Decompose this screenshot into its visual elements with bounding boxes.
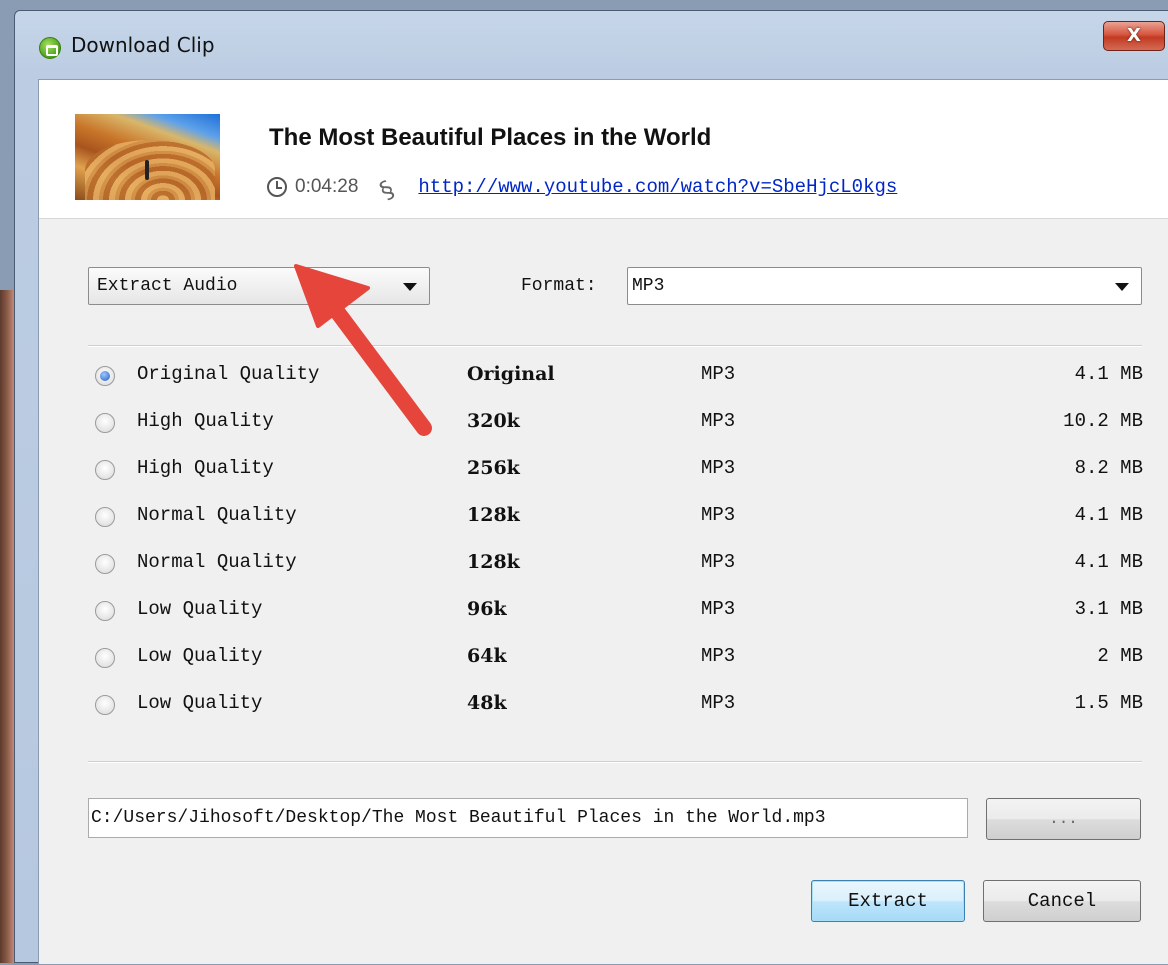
quality-bitrate: 48k [467, 692, 507, 714]
quality-option-row[interactable]: Normal Quality 128k MP3 4.1 MB [95, 499, 1143, 535]
quality-format: MP3 [701, 457, 736, 479]
quality-option-row[interactable]: Original Quality Original MP3 4.1 MB [95, 358, 1143, 394]
quality-bitrate: Original [467, 363, 555, 385]
quality-radio[interactable] [95, 601, 115, 621]
quality-label: Low Quality [137, 645, 263, 667]
extract-button[interactable]: Extract [811, 880, 965, 922]
quality-radio[interactable] [95, 695, 115, 715]
quality-label: Low Quality [137, 692, 263, 714]
quality-radio[interactable] [95, 554, 115, 574]
download-mode-value: Extract Audio [97, 276, 238, 296]
link-icon: § [375, 174, 400, 206]
quality-radio[interactable] [95, 648, 115, 668]
quality-format: MP3 [701, 598, 736, 620]
download-mode-select[interactable]: Extract Audio [88, 267, 430, 305]
quality-label: Normal Quality [137, 504, 297, 526]
quality-size: 3.1 MB [1074, 598, 1143, 620]
quality-size: 2 MB [1097, 645, 1143, 667]
quality-radio[interactable] [95, 507, 115, 527]
quality-size: 8.2 MB [1074, 457, 1143, 479]
quality-format: MP3 [701, 692, 736, 714]
quality-option-row[interactable]: High Quality 320k MP3 10.2 MB [95, 405, 1143, 441]
format-select[interactable]: MP3 [627, 267, 1142, 305]
quality-label: Normal Quality [137, 551, 297, 573]
output-path-field[interactable]: C:/Users/Jihosoft/Desktop/The Most Beaut… [88, 798, 968, 838]
divider [88, 761, 1142, 763]
quality-size: 4.1 MB [1074, 504, 1143, 526]
quality-label: High Quality [137, 410, 274, 432]
quality-size: 4.1 MB [1074, 363, 1143, 385]
quality-bitrate: 128k [467, 504, 520, 526]
dialog-body: The Most Beautiful Places in the World 0… [38, 79, 1168, 965]
quality-bitrate: 128k [467, 551, 520, 573]
quality-bitrate: 96k [467, 598, 507, 620]
quality-radio[interactable] [95, 413, 115, 433]
quality-format: MP3 [701, 551, 736, 573]
quality-option-row[interactable]: Low Quality 48k MP3 1.5 MB [95, 687, 1143, 723]
quality-size: 1.5 MB [1074, 692, 1143, 714]
quality-size: 10.2 MB [1063, 410, 1143, 432]
download-clip-window: Download Clip X The Most Beautiful Place… [14, 10, 1168, 965]
format-label: Format: [521, 276, 597, 296]
video-meta: 0:04:28 § http://www.youtube.com/watch?v… [267, 172, 897, 206]
quality-label: Low Quality [137, 598, 263, 620]
quality-label: Original Quality [137, 363, 320, 385]
browse-button[interactable]: ... [986, 798, 1141, 840]
video-title: The Most Beautiful Places in the World [269, 124, 712, 151]
clock-icon [267, 177, 287, 197]
quality-bitrate: 320k [467, 410, 520, 432]
quality-option-row[interactable]: Low Quality 96k MP3 3.1 MB [95, 593, 1143, 629]
app-icon [39, 37, 61, 59]
quality-format: MP3 [701, 645, 736, 667]
quality-option-row[interactable]: High Quality 256k MP3 8.2 MB [95, 452, 1143, 488]
video-duration: 0:04:28 [295, 176, 359, 197]
video-info-header: The Most Beautiful Places in the World 0… [39, 80, 1168, 219]
chevron-down-icon [403, 283, 417, 291]
quality-format: MP3 [701, 363, 736, 385]
quality-bitrate: 256k [467, 457, 520, 479]
quality-option-row[interactable]: Low Quality 64k MP3 2 MB [95, 640, 1143, 676]
quality-radio[interactable] [95, 366, 115, 386]
chevron-down-icon [1115, 283, 1129, 291]
window-title: Download Clip [71, 33, 215, 57]
quality-size: 4.1 MB [1074, 551, 1143, 573]
quality-format: MP3 [701, 504, 736, 526]
close-button[interactable]: X [1103, 21, 1165, 51]
format-value: MP3 [632, 276, 665, 296]
quality-radio[interactable] [95, 460, 115, 480]
video-url-link[interactable]: http://www.youtube.com/watch?v=SbeHjcL0k… [418, 176, 897, 198]
title-bar[interactable]: Download Clip X [15, 11, 1168, 79]
quality-format: MP3 [701, 410, 736, 432]
video-thumbnail [75, 114, 220, 200]
divider [88, 345, 1142, 347]
background-window-edge [0, 290, 14, 963]
quality-label: High Quality [137, 457, 274, 479]
quality-bitrate: 64k [467, 645, 507, 667]
cancel-button[interactable]: Cancel [983, 880, 1141, 922]
quality-option-row[interactable]: Normal Quality 128k MP3 4.1 MB [95, 546, 1143, 582]
